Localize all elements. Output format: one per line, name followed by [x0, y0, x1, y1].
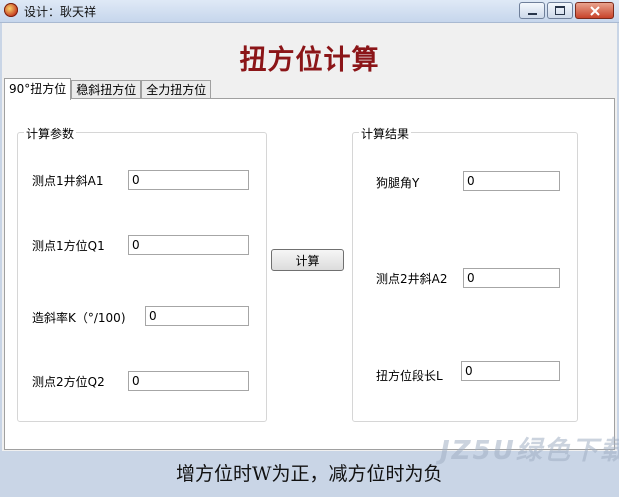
params-group-title: 计算参数 [24, 125, 77, 142]
close-icon [589, 5, 600, 16]
tab-steady-incline-twist[interactable]: 稳斜扭方位 [71, 80, 142, 100]
q2-label: 测点2方位Q2 [32, 375, 105, 389]
calculate-button[interactable]: 计算 [271, 249, 344, 271]
window-title: 设计：耿天祥 [24, 5, 97, 19]
close-button[interactable] [575, 2, 614, 19]
length-label: 扭方位段长L [376, 369, 443, 383]
k-label: 造斜率K（°/100) [32, 311, 126, 325]
app-logo-icon [4, 3, 18, 17]
footer-note: 增方位时W为正，减方位时为负 [176, 463, 443, 485]
a2-output[interactable] [463, 268, 560, 288]
q1-label: 测点1方位Q1 [32, 239, 105, 253]
minimize-button[interactable] [519, 2, 545, 19]
a2-label: 测点2井斜A2 [376, 272, 448, 286]
a1-label: 测点1井斜A1 [32, 174, 104, 188]
maximize-icon [555, 6, 565, 15]
tab-strip: 90°扭方位 稳斜扭方位 全力扭方位 [4, 78, 212, 100]
page-title: 扭方位计算 [239, 45, 380, 76]
length-output[interactable] [461, 361, 560, 381]
maximize-button[interactable] [547, 2, 573, 19]
q1-input[interactable] [128, 235, 249, 255]
title-bar[interactable]: 设计：耿天祥 [0, 0, 619, 23]
results-group-title: 计算结果 [359, 125, 412, 142]
tab-full-power-twist[interactable]: 全力扭方位 [141, 80, 212, 100]
a1-input[interactable] [128, 170, 249, 190]
dogleg-label: 狗腿角Y [376, 176, 420, 190]
tab-panel: 计算参数 测点1井斜A1 测点1方位Q1 造斜率K（°/100) 测点2方位Q2… [4, 98, 615, 450]
tab-90-twist[interactable]: 90°扭方位 [4, 78, 72, 100]
watermark-logo: JZ5U绿色下载 [440, 436, 619, 466]
main-window: 扭方位计算 90°扭方位 稳斜扭方位 全力扭方位 计算参数 测点1井斜A1 测点… [2, 23, 617, 451]
minimize-icon [527, 12, 537, 15]
k-input[interactable] [145, 306, 249, 326]
q2-input[interactable] [128, 371, 249, 391]
dogleg-output[interactable] [463, 171, 560, 191]
